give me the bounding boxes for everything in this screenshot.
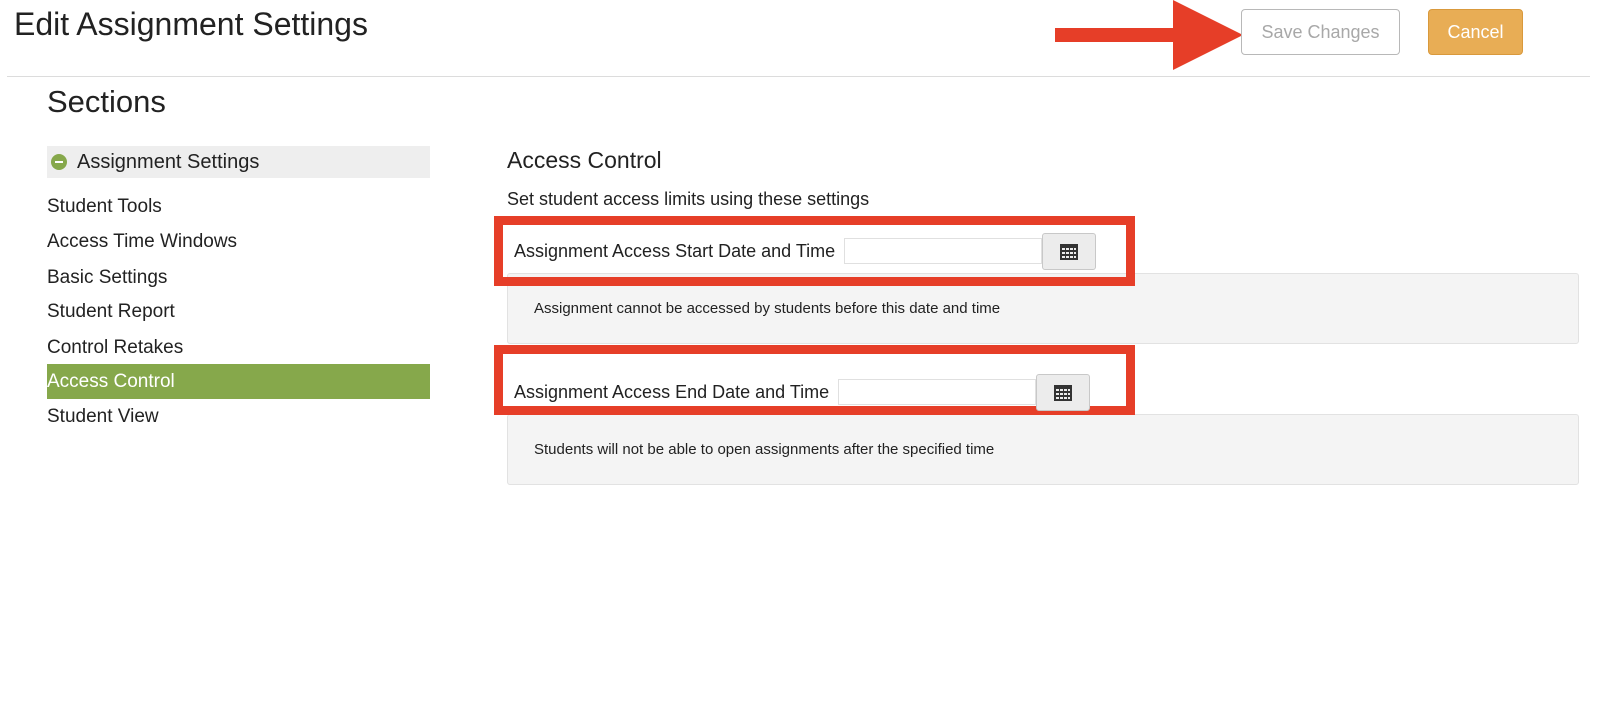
end-date-input[interactable]: [838, 379, 1037, 405]
sidebar-group-assignment-settings[interactable]: Assignment Settings: [47, 146, 430, 178]
section-description: Set student access limits using these se…: [507, 189, 870, 209]
sidebar-item-student-report[interactable]: Student Report: [47, 294, 430, 329]
sidebar-item-access-time-windows[interactable]: Access Time Windows: [47, 224, 430, 259]
minus-circle-icon[interactable]: [51, 154, 67, 170]
save-changes-button[interactable]: Save Changes: [1241, 9, 1400, 55]
end-date-calendar-button[interactable]: [1036, 373, 1091, 411]
annotation-arrow: [1055, 0, 1243, 70]
start-date-field: Assignment Access Start Date and Time: [514, 231, 1097, 271]
start-date-input[interactable]: [844, 238, 1043, 264]
start-date-calendar-button[interactable]: [1042, 232, 1097, 270]
sections-title: Sections: [47, 84, 166, 119]
sidebar-item-basic-settings[interactable]: Basic Settings: [47, 260, 430, 295]
sidebar-item-access-control[interactable]: Access Control: [47, 364, 430, 399]
calendar-icon: [1060, 243, 1079, 260]
sidebar-item-student-view[interactable]: Student View: [47, 399, 430, 434]
sidebar-item-control-retakes[interactable]: Control Retakes: [47, 330, 430, 365]
section-heading: Access Control: [507, 147, 662, 173]
start-date-help-text: Assignment cannot be accessed by student…: [534, 300, 1001, 317]
end-date-help-box: Students will not be able to open assign…: [507, 414, 1579, 485]
end-date-field: Assignment Access End Date and Time: [514, 372, 1091, 412]
start-date-label: Assignment Access Start Date and Time: [514, 240, 836, 261]
page-title: Edit Assignment Settings: [14, 6, 368, 42]
header-divider: [7, 76, 1590, 77]
cancel-button[interactable]: Cancel: [1428, 9, 1523, 55]
sidebar-item-student-tools[interactable]: Student Tools: [47, 189, 430, 224]
sidebar-group-label: Assignment Settings: [77, 150, 260, 173]
end-date-label: Assignment Access End Date and Time: [514, 381, 830, 402]
calendar-icon: [1054, 384, 1073, 401]
end-date-help-text: Students will not be able to open assign…: [534, 441, 995, 458]
